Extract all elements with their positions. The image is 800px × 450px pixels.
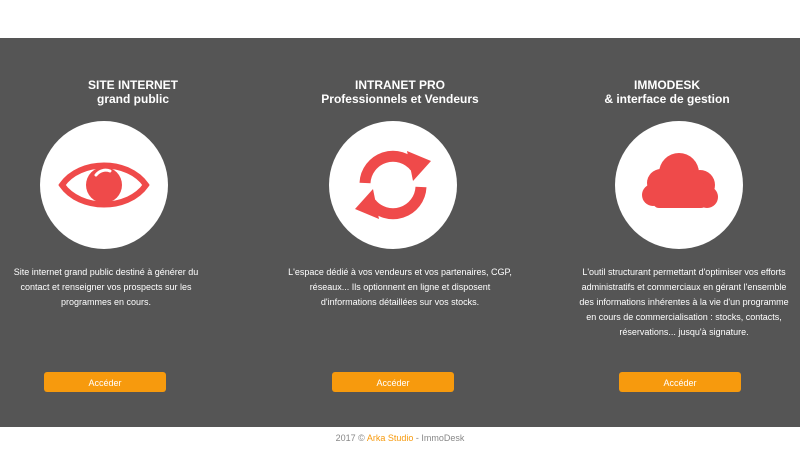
card-title: INTRANET PRO Professionnels et Vendeurs bbox=[267, 78, 533, 106]
features-panel: SITE INTERNET grand public Site internet… bbox=[0, 38, 800, 427]
card-intranet-pro: INTRANET PRO Professionnels et Vendeurs … bbox=[267, 38, 533, 427]
icon-circle bbox=[40, 121, 168, 249]
footer-copyright: 2017 © bbox=[335, 433, 367, 443]
icon-circle bbox=[329, 121, 457, 249]
card-title: IMMODESK & interface de gestion bbox=[534, 78, 800, 106]
card-title-line1: INTRANET PRO bbox=[355, 78, 445, 92]
card-site-internet: SITE INTERNET grand public Site internet… bbox=[0, 38, 266, 427]
refresh-icon bbox=[355, 150, 431, 220]
top-bar bbox=[0, 0, 800, 38]
footer: 2017 © Arka Studio - ImmoDesk bbox=[0, 427, 800, 450]
card-immodesk: IMMODESK & interface de gestion L'outil … bbox=[534, 38, 800, 427]
card-description: L'espace dédié à vos vendeurs et vos par… bbox=[288, 267, 512, 307]
card-title-line1: IMMODESK bbox=[634, 78, 700, 92]
card-title-line2: grand public bbox=[97, 92, 169, 106]
footer-product: - ImmoDesk bbox=[413, 433, 465, 443]
card-description: Site internet grand public destiné à gén… bbox=[13, 267, 199, 307]
card-title: SITE INTERNET grand public bbox=[0, 78, 266, 106]
cloud-icon bbox=[642, 153, 718, 208]
access-button[interactable]: Accéder bbox=[44, 372, 166, 392]
footer-studio-link[interactable]: Arka Studio bbox=[367, 433, 414, 443]
access-button[interactable]: Accéder bbox=[619, 372, 741, 392]
eye-icon bbox=[58, 162, 150, 208]
card-description: L'outil structurant permettant d'optimis… bbox=[579, 267, 789, 337]
card-title-line2: & interface de gestion bbox=[604, 92, 730, 106]
card-title-line1: SITE INTERNET bbox=[87, 78, 178, 92]
card-title-line2: Professionnels et Vendeurs bbox=[321, 92, 479, 106]
access-button[interactable]: Accéder bbox=[332, 372, 454, 392]
icon-circle bbox=[615, 121, 743, 249]
